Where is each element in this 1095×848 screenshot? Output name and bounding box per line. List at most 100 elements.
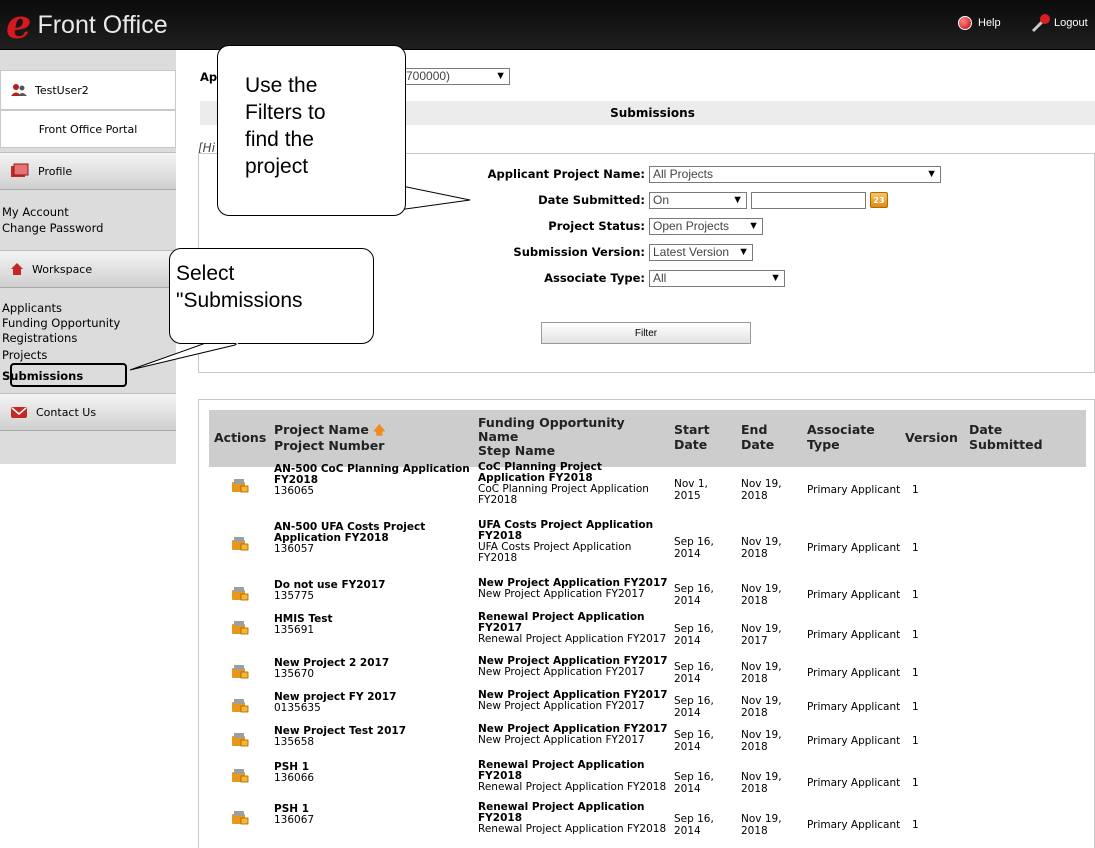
sidebar-item-applicants[interactable]: Applicants [2, 301, 62, 316]
date-part: Nov 19, [741, 583, 782, 595]
date-part: Nov 19, [741, 536, 782, 548]
date-part: 2017 [741, 634, 768, 647]
date-part: 2014 [674, 548, 701, 560]
end-date-cell: Nov 19, 2018 [741, 771, 782, 795]
associate-type-cell: Primary Applicant [807, 776, 901, 789]
date-part: 2018 [741, 707, 768, 719]
col-step-name: Step Name [478, 443, 556, 458]
end-date-cell: Nov 19, 2017 [741, 623, 782, 647]
associate-type-cell: Primary Applicant [807, 589, 901, 601]
folder-lock-icon[interactable] [231, 697, 249, 713]
associate-type-value: All [653, 271, 667, 285]
date-part: 2014 [674, 741, 701, 753]
page-title: Submissions [610, 106, 695, 120]
version-cell: 1 [912, 484, 919, 496]
sidebar-section-contact[interactable]: Contact Us [0, 393, 176, 431]
project-status-select[interactable]: Open Projects ▼ [649, 218, 763, 235]
chevron-down-icon: ▼ [926, 168, 937, 180]
start-date-cell: Sep 16, 2014 [674, 536, 714, 560]
date-part: Nov 19, [741, 770, 782, 783]
user-icon [11, 84, 27, 96]
chevron-down-icon: ▼ [738, 246, 749, 258]
project-number-cell: 135670 [274, 668, 315, 680]
version-cell: 1 [912, 667, 919, 679]
folder-lock-icon[interactable] [231, 619, 249, 635]
version-cell: 1 [912, 628, 919, 641]
date-part: Sep 16, [674, 812, 714, 825]
step-name-cell: New Project Application FY2017 [478, 666, 645, 678]
sidebar-section-workspace[interactable]: Workspace [0, 250, 176, 288]
help-icon [958, 16, 972, 30]
project-number-cell: 136065 [274, 485, 315, 497]
date-part: Nov 19, [741, 695, 782, 707]
date-part: Nov 19, [741, 661, 782, 673]
start-date-cell: Sep 16, 2014 [674, 623, 714, 647]
folder-lock-icon[interactable] [231, 663, 249, 679]
folder-lock-icon[interactable] [231, 731, 249, 747]
sort-arrow-icon: 🡅 [373, 423, 386, 437]
version-cell: 1 [912, 776, 919, 789]
logo-e-icon: e [6, 1, 32, 48]
callout-line: find the [245, 128, 314, 151]
date-part: 2018 [741, 782, 768, 795]
start-date-cell: Sep 16, 2014 [674, 583, 714, 607]
col-project-name[interactable]: Project Name 🡅 [274, 422, 386, 438]
submissions-table: Actions Project Name 🡅 Project Number Fu… [198, 399, 1095, 848]
sidebar-item-change-password[interactable]: Change Password [2, 221, 103, 236]
project-status-value: Open Projects [653, 219, 730, 233]
date-part: 2018 [741, 824, 768, 837]
associate-type-cell: Primary Applicant [807, 818, 901, 831]
chevron-down-icon: ▼ [770, 272, 781, 284]
folder-lock-icon[interactable] [231, 477, 249, 493]
sidebar-portal-link[interactable]: Front Office Portal [0, 110, 176, 148]
col-funding-2: Name [478, 429, 519, 444]
submission-version-select[interactable]: Latest Version ▼ [649, 244, 753, 261]
date-submitted-input[interactable] [751, 192, 866, 209]
version-cell: 1 [912, 589, 919, 601]
start-date-cell: Sep 16, 2014 [674, 813, 714, 837]
col-date-submitted-1: Date [969, 422, 1003, 437]
col-actions: Actions [214, 430, 267, 445]
project-number-cell: 0135635 [274, 702, 321, 714]
sidebar-item-funding-registrations[interactable]: Funding Opportunity Registrations [2, 316, 152, 346]
date-part: 2014 [674, 707, 701, 719]
home-icon [11, 263, 23, 275]
date-operator-select[interactable]: On ▼ [649, 192, 747, 209]
start-date-cell: Sep 16, 2014 [674, 661, 714, 685]
step-name-cell: FY2018 [478, 494, 518, 506]
folder-lock-icon[interactable] [231, 535, 249, 551]
app-logo[interactable]: e Front Office [6, 4, 168, 46]
date-part: 2018 [741, 595, 768, 607]
chevron-down-icon: ▼ [748, 220, 759, 232]
date-part: 2014 [674, 673, 701, 685]
date-part: Sep 16, [674, 583, 714, 595]
associate-type-select[interactable]: All ▼ [649, 270, 785, 287]
applicant-select[interactable]: 700000) ▼ [402, 68, 510, 85]
applicant-label: Ap [200, 70, 218, 84]
calendar-icon[interactable]: 23 [870, 192, 888, 208]
sidebar-item-projects[interactable]: Projects [2, 348, 47, 363]
help-link[interactable]: Help [958, 16, 1001, 30]
callout-line: project [245, 155, 309, 178]
project-name-label: Applicant Project Name: [487, 167, 645, 181]
sidebar-section-profile[interactable]: Profile [0, 152, 176, 190]
top-bar: e Front Office Help Logout [0, 0, 1095, 50]
folder-lock-icon[interactable] [231, 585, 249, 601]
filter-button[interactable]: Filter [541, 322, 751, 344]
applicant-selector-row: Ap [200, 70, 217, 84]
logout-link[interactable]: Logout [1030, 12, 1088, 34]
date-part: 2014 [674, 634, 701, 647]
end-date-cell: Nov 19, 2018 [741, 536, 782, 560]
project-name-select[interactable]: All Projects ▼ [649, 166, 941, 183]
date-part: 2014 [674, 782, 701, 795]
folder-lock-icon[interactable] [231, 767, 249, 783]
step-name-cell: FY2018 [478, 552, 518, 564]
sidebar-item-my-account[interactable]: My Account [2, 205, 69, 220]
callout-line: "Submissions [176, 289, 303, 312]
sidebar-user: TestUser2 [0, 70, 176, 110]
logout-label: Logout [1054, 17, 1088, 29]
folder-lock-icon[interactable] [231, 809, 249, 825]
col-assoc-1: Associate [807, 422, 875, 437]
end-date-cell: Nov 19, 2018 [741, 583, 782, 607]
col-project-name-label: Project Name [274, 422, 369, 437]
